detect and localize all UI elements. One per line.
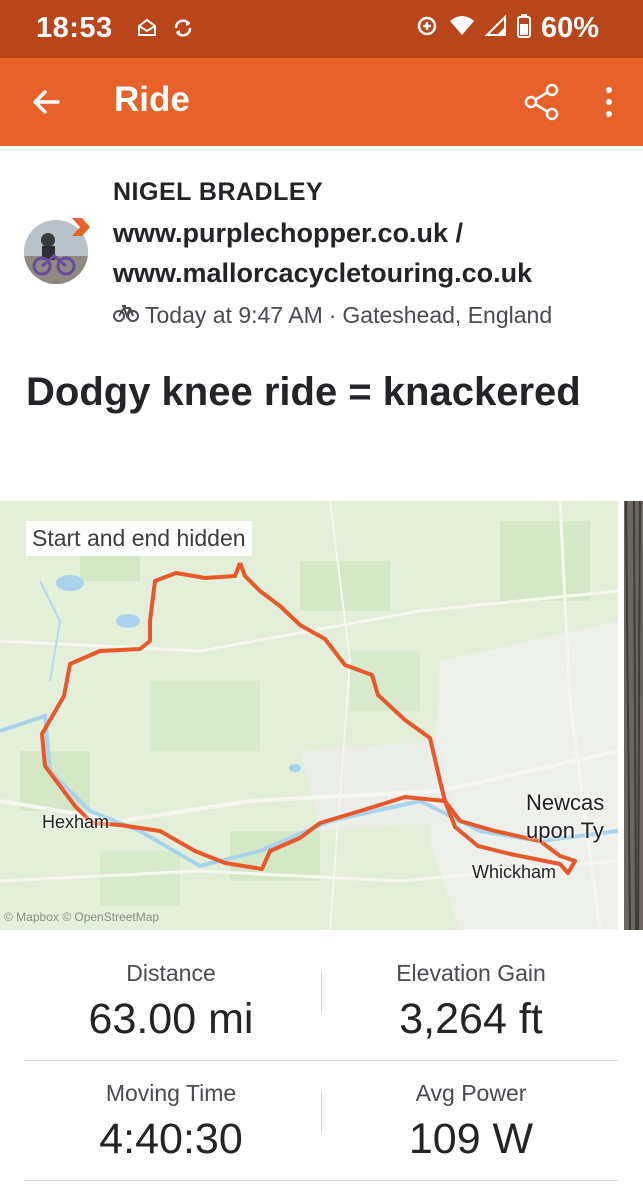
- status-bar: 18:53 60%: [0, 0, 643, 58]
- share-icon: [524, 83, 559, 121]
- stat-avg-power: Avg Power 109 W: [321, 1080, 621, 1164]
- activity-title: Dodgy knee ride = knackered: [26, 370, 581, 414]
- place-hexham: Hexham: [42, 812, 110, 832]
- stat-value: 109 W: [408, 1115, 534, 1163]
- stats-row-divider: [24, 1180, 618, 1181]
- stat-value: 4:40:30: [99, 1115, 243, 1163]
- activity-location: Gateshead, England: [342, 302, 553, 328]
- back-button[interactable]: [28, 84, 64, 120]
- stat-value: 63.00 mi: [88, 995, 254, 1043]
- athlete-name[interactable]: NIGEL BRADLEY: [113, 178, 323, 207]
- activity-time: Today at 9:47 AM: [145, 302, 323, 328]
- stat-label: Avg Power: [415, 1080, 527, 1106]
- mail-icon: [136, 17, 158, 44]
- more-vertical-icon: [606, 87, 612, 117]
- place-whickham: Whickham: [472, 862, 557, 882]
- bike-icon: [113, 302, 139, 329]
- stat-value: 3,264 ft: [399, 995, 543, 1043]
- map-attribution: © Mapbox © OpenStreetMap: [4, 910, 160, 924]
- stat-elevation: Elevation Gain 3,264 ft: [321, 960, 621, 1044]
- stat-label: Elevation Gain: [396, 960, 546, 986]
- athlete-website-2: www.mallorcacycletouring.co.uk: [113, 258, 533, 288]
- status-time: 18:53: [36, 12, 113, 44]
- stat-moving-time: Moving Time 4:40:30: [21, 1080, 321, 1164]
- stat-distance: Distance 63.00 mi: [21, 960, 321, 1044]
- page-title: Ride: [114, 80, 190, 119]
- battery-icon: [516, 14, 531, 43]
- stat-label: Moving Time: [105, 1080, 237, 1106]
- more-options-button[interactable]: [597, 84, 621, 120]
- stat-label: Distance: [126, 960, 216, 986]
- share-button[interactable]: [522, 82, 562, 122]
- athlete-website-1: www.purplechopper.co.uk /: [113, 218, 464, 248]
- wifi-icon: [449, 15, 475, 42]
- athlete-header: NIGEL BRADLEY www.purplechopper.co.uk / …: [0, 146, 643, 346]
- data-saver-icon: [415, 14, 439, 43]
- back-arrow-icon: [33, 90, 60, 114]
- activity-meta: Today at 9:47 AM · Gateshead, England: [113, 302, 552, 329]
- app-bar: Ride: [0, 58, 643, 146]
- signal-icon: [484, 14, 507, 42]
- subscriber-badge-icon: [70, 216, 92, 238]
- place-newcastle-2: upon Ty: [526, 818, 604, 843]
- photo-preview-icon: [624, 501, 643, 930]
- meta-separator: ·: [328, 302, 337, 328]
- place-newcastle-1: Newcas: [526, 790, 605, 815]
- stats-row-divider: [24, 1060, 618, 1061]
- privacy-label: Start and end hidden: [26, 521, 252, 556]
- photo-thumbnail[interactable]: [624, 501, 643, 930]
- sync-icon: [172, 17, 194, 44]
- battery-percent: 60%: [540, 12, 599, 44]
